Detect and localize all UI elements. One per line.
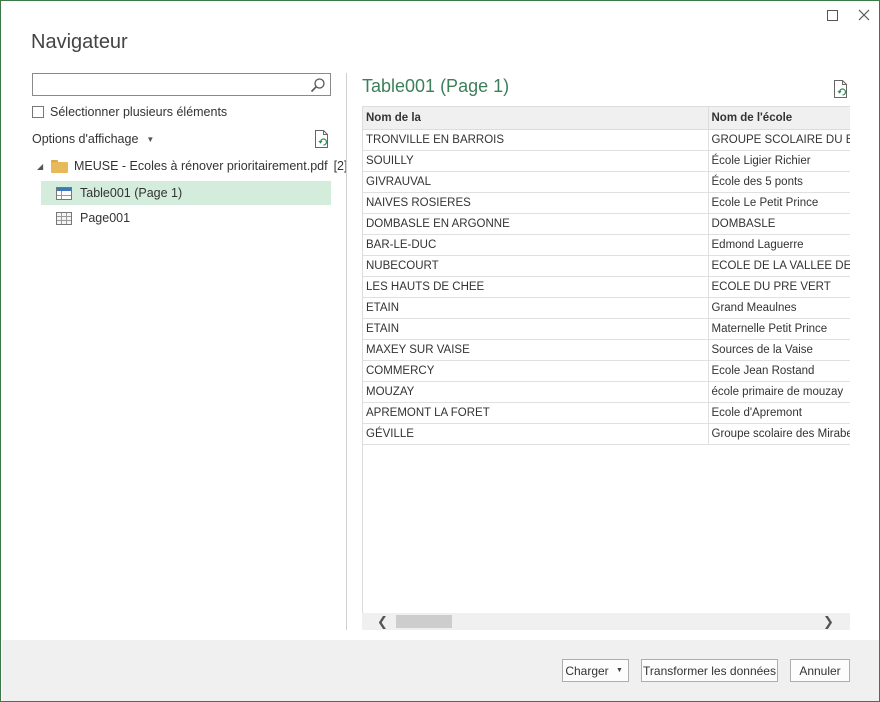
cell-commune: SOUILLY bbox=[363, 150, 709, 172]
cell-school-name: GROUPE SCOLAIRE DU BOUVIER bbox=[708, 129, 850, 151]
cell-school-name: DOMBASLE bbox=[708, 213, 850, 235]
select-multiple-label: Sélectionner plusieurs éléments bbox=[50, 105, 228, 119]
cell-school-name: Ecole Jean Rostand bbox=[708, 360, 850, 382]
display-options-label: Options d'affichage bbox=[32, 132, 139, 146]
cancel-button[interactable]: Annuler bbox=[790, 659, 850, 682]
dialog-title: Navigateur bbox=[31, 31, 128, 53]
cell-school-name: École Ligier Richier bbox=[708, 150, 850, 172]
cell-commune: GÉVILLE bbox=[363, 423, 709, 445]
pane-divider[interactable] bbox=[346, 73, 347, 630]
folder-icon bbox=[51, 159, 68, 173]
tree-item-page001[interactable]: Page001 bbox=[41, 206, 331, 230]
table-row: MOUZAY école primaire de mouzay bbox=[363, 381, 850, 403]
cell-commune: BAR-LE-DUC bbox=[363, 234, 709, 256]
select-multiple-row[interactable]: Sélectionner plusieurs éléments bbox=[32, 105, 227, 119]
load-options-chevron-icon[interactable]: ▼ bbox=[611, 659, 629, 682]
data-table: Nom de la Nom de l'école TRONVILLE EN BA… bbox=[363, 107, 850, 445]
table-row: LES HAUTS DE CHEE ECOLE DU PRE VERT bbox=[363, 276, 850, 298]
cell-school-name: Grand Meaulnes bbox=[708, 297, 850, 319]
cell-school-name: Ecole Le Petit Prince bbox=[708, 192, 850, 214]
table-row: ETAIN Grand Meaulnes bbox=[363, 297, 850, 319]
cell-school-name: Groupe scolaire des Mirabelles bbox=[708, 423, 850, 445]
cell-school-name: Sources de la Vaise bbox=[708, 339, 850, 361]
preview-title: Table001 (Page 1) bbox=[362, 76, 510, 96]
cell-school-name: école primaire de mouzay bbox=[708, 381, 850, 403]
table-body: TRONVILLE EN BARROISGROUPE SCOLAIRE DU B… bbox=[363, 129, 850, 445]
tree-item-label: Table001 (Page 1) bbox=[80, 186, 183, 200]
cell-commune: MOUZAY bbox=[363, 381, 709, 403]
tree-item-label: Page001 bbox=[80, 211, 131, 225]
search-icon[interactable] bbox=[310, 77, 326, 93]
cell-commune: TRONVILLE EN BARROIS bbox=[363, 129, 709, 151]
display-options-dropdown[interactable]: Options d'affichage ▼ bbox=[32, 132, 154, 146]
cell-commune: ETAIN bbox=[363, 297, 709, 319]
maximize-button[interactable] bbox=[821, 5, 843, 25]
cell-commune: NUBECOURT bbox=[363, 255, 709, 277]
page-table-icon bbox=[56, 211, 72, 225]
cell-school-name: Maternelle Petit Prince bbox=[708, 318, 850, 340]
table-row: APREMONT LA FORET Ecole d'Apremont bbox=[363, 402, 850, 424]
table-row: BAR-LE-DUC Edmond Laguerre bbox=[363, 234, 850, 256]
select-multiple-checkbox[interactable] bbox=[32, 106, 44, 118]
maximize-icon bbox=[826, 9, 838, 21]
column-header[interactable]: Nom de la bbox=[363, 107, 709, 130]
scrollbar-thumb[interactable] bbox=[396, 615, 452, 628]
table-row: COMMERCY Ecole Jean Rostand bbox=[363, 360, 850, 382]
cell-commune: MAXEY SUR VAISE bbox=[363, 339, 709, 361]
cell-commune: ETAIN bbox=[363, 318, 709, 340]
table-row: GIVRAUVAL École des 5 ponts bbox=[363, 171, 850, 193]
preview-grid: Nom de la Nom de l'école TRONVILLE EN BA… bbox=[362, 106, 850, 613]
table-row: GÉVILLEGroupe scolaire des Mirabelles bbox=[363, 423, 850, 445]
cell-school-name: Edmond Laguerre bbox=[708, 234, 850, 256]
search-input[interactable] bbox=[32, 73, 331, 96]
column-header[interactable]: Nom de l'école bbox=[708, 107, 850, 130]
cell-commune: LES HAUTS DE CHEE bbox=[363, 276, 709, 298]
table-row: NUBECOURTECOLE DE LA VALLEE DE L'AIRE bbox=[363, 255, 850, 277]
tree-item-pdf-file[interactable]: ◢ MEUSE - Ecoles à rénover prioritaireme… bbox=[37, 159, 347, 173]
cell-school-name: ECOLE DU PRE VERT bbox=[708, 276, 850, 298]
horizontal-scrollbar[interactable]: ❮ ❯ bbox=[362, 613, 850, 630]
chevron-down-icon: ▼ bbox=[146, 134, 155, 144]
close-button[interactable] bbox=[853, 5, 875, 25]
table-icon bbox=[56, 186, 72, 200]
table-header-row: Nom de la Nom de l'école bbox=[363, 107, 850, 130]
close-icon bbox=[858, 9, 870, 21]
search-field[interactable] bbox=[33, 74, 303, 95]
cell-commune: DOMBASLE EN ARGONNE bbox=[363, 213, 709, 235]
cell-commune: COMMERCY bbox=[363, 360, 709, 382]
load-button[interactable]: Charger bbox=[562, 659, 612, 682]
pdf-file-label: MEUSE - Ecoles à rénover prioritairement… bbox=[74, 159, 328, 173]
scroll-left-icon[interactable]: ❮ bbox=[374, 613, 391, 630]
preview-refresh-icon[interactable] bbox=[832, 79, 850, 99]
table-row: MAXEY SUR VAISE Sources de la Vaise bbox=[363, 339, 850, 361]
cell-school-name: Ecole d'Apremont bbox=[708, 402, 850, 424]
cell-commune: APREMONT LA FORET bbox=[363, 402, 709, 424]
tree-item-table001[interactable]: Table001 (Page 1) bbox=[41, 181, 331, 205]
scroll-right-icon[interactable]: ❯ bbox=[820, 613, 837, 630]
table-row: DOMBASLE EN ARGONNE DOMBASLE bbox=[363, 213, 850, 235]
cell-school-name: ECOLE DE LA VALLEE DE L'AIRE bbox=[708, 255, 850, 277]
refresh-icon[interactable] bbox=[313, 129, 331, 149]
navigator-window: Navigateur Sélectionner plusieurs élémen… bbox=[0, 0, 880, 702]
expand-toggle-icon[interactable]: ◢ bbox=[37, 162, 45, 171]
table-row: ETAIN Maternelle Petit Prince bbox=[363, 318, 850, 340]
cell-school-name: École des 5 ponts bbox=[708, 171, 850, 193]
transform-data-button[interactable]: Transformer les données bbox=[641, 659, 778, 682]
cell-commune: NAIVES ROSIERES bbox=[363, 192, 709, 214]
table-row: TRONVILLE EN BARROISGROUPE SCOLAIRE DU B… bbox=[363, 129, 850, 151]
table-row: NAIVES ROSIERES Ecole Le Petit Prince bbox=[363, 192, 850, 214]
table-row: SOUILLY École Ligier Richier bbox=[363, 150, 850, 172]
cell-commune: GIVRAUVAL bbox=[363, 171, 709, 193]
